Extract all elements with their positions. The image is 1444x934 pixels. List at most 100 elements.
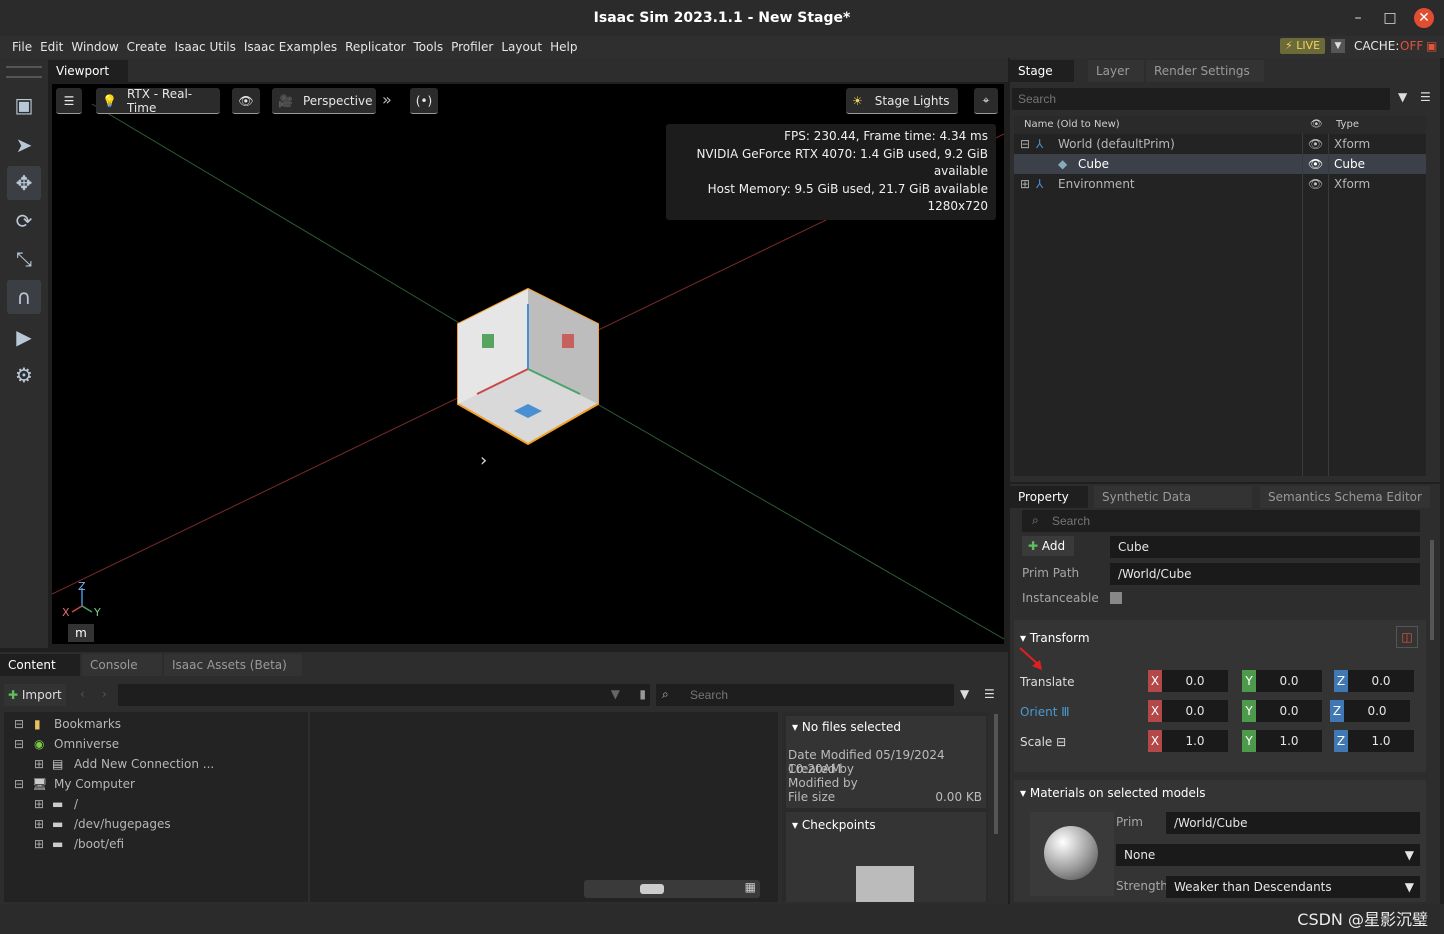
- expand-icon[interactable]: ⊞: [34, 754, 44, 774]
- cube-mesh[interactable]: [457, 287, 599, 446]
- orient-y-field[interactable]: 0.0: [1256, 700, 1322, 722]
- tab-render-settings[interactable]: Render Settings: [1146, 60, 1264, 82]
- strength-select[interactable]: Weaker than Descendants ▼: [1166, 876, 1420, 898]
- menu-profiler[interactable]: Profiler: [447, 40, 497, 54]
- scale-y-field[interactable]: 1.0: [1256, 730, 1322, 752]
- menu-replicator[interactable]: Replicator: [341, 40, 409, 54]
- tab-property[interactable]: Property: [1010, 486, 1088, 508]
- translate-x-field[interactable]: 0.0: [1162, 670, 1228, 692]
- location-pin-button[interactable]: ⌖: [974, 88, 998, 114]
- translate-y-field[interactable]: 0.0: [1256, 670, 1322, 692]
- filter-icon[interactable]: ▼: [1398, 90, 1407, 104]
- transform-options-icon[interactable]: ◫: [1396, 626, 1418, 648]
- menu-window[interactable]: Window: [67, 40, 122, 54]
- visibility-button[interactable]: 👁: [232, 88, 260, 114]
- expand-icon[interactable]: ⊞: [34, 814, 44, 834]
- import-button[interactable]: ✚ Import: [4, 684, 66, 706]
- file-browser-area[interactable]: ▦: [310, 712, 778, 902]
- link-icon[interactable]: ⊟: [1056, 735, 1066, 749]
- renderer-button[interactable]: 💡 RTX - Real-Time: [96, 87, 220, 115]
- materials-header[interactable]: ▾ Materials on selected models: [1020, 786, 1206, 800]
- expand-icon[interactable]: ⊞: [1020, 174, 1030, 194]
- play-icon[interactable]: ▶: [7, 320, 41, 354]
- material-select[interactable]: None ▼: [1116, 844, 1420, 866]
- collapse-icon[interactable]: ⊟: [14, 774, 24, 794]
- prim-path-field[interactable]: /World/Cube: [1110, 563, 1420, 585]
- options-menu-icon[interactable]: ☰: [984, 687, 995, 701]
- orient-x-field[interactable]: 0.0: [1162, 700, 1228, 722]
- tab-stage[interactable]: Stage: [1010, 60, 1074, 82]
- col-type-header[interactable]: Type: [1336, 116, 1359, 134]
- menu-layout[interactable]: Layout: [497, 40, 546, 54]
- collapse-icon[interactable]: ⊟: [14, 734, 24, 754]
- tab-synthetic-data-recorder[interactable]: Synthetic Data Recorder: [1094, 486, 1252, 526]
- rotate-icon[interactable]: ⟳: [7, 204, 41, 238]
- live-dropdown-icon[interactable]: ▼: [1331, 39, 1345, 53]
- tab-console[interactable]: Console: [82, 654, 162, 676]
- back-arrow-icon[interactable]: ‹: [80, 687, 85, 701]
- menu-edit[interactable]: Edit: [36, 40, 67, 54]
- select-arrow-icon[interactable]: ➤: [7, 128, 41, 162]
- robot-icon[interactable]: ⚙: [7, 358, 41, 392]
- checkpoints-header[interactable]: ▾ Checkpoints: [792, 818, 876, 832]
- col-name-header[interactable]: Name (Old to New): [1024, 116, 1120, 134]
- units-badge[interactable]: m: [68, 624, 94, 642]
- eye-icon[interactable]: 👁: [1308, 154, 1323, 174]
- collapse-icon[interactable]: ⊟: [14, 714, 24, 734]
- minimize-button[interactable]: –: [1348, 8, 1368, 28]
- menu-create[interactable]: Create: [123, 40, 171, 54]
- scrollbar[interactable]: [1430, 540, 1434, 640]
- maximize-button[interactable]: □: [1380, 8, 1400, 28]
- property-search-input[interactable]: [1022, 510, 1420, 532]
- material-prim-field[interactable]: /World/Cube: [1166, 812, 1420, 834]
- bookmark-icon[interactable]: ▮: [639, 687, 646, 701]
- menu-help[interactable]: Help: [546, 40, 581, 54]
- close-button[interactable]: ✕: [1414, 8, 1434, 28]
- grid-view-icon[interactable]: ▦: [745, 880, 756, 894]
- stage-search-input[interactable]: [1012, 88, 1390, 110]
- menu-file[interactable]: File: [8, 40, 36, 54]
- eye-icon[interactable]: 👁: [1308, 174, 1323, 194]
- scale-x-field[interactable]: 1.0: [1162, 730, 1228, 752]
- options-menu-icon[interactable]: ☰: [1420, 90, 1431, 104]
- cache-icon[interactable]: ▣: [1426, 39, 1437, 53]
- tree-row-cube[interactable]: ◆ Cube 👁 Cube: [1014, 154, 1426, 174]
- eye-icon[interactable]: 👁: [1308, 134, 1323, 154]
- broadcast-button[interactable]: (•): [410, 88, 438, 114]
- file-info-header[interactable]: ▾ No files selected: [792, 720, 901, 734]
- move-icon[interactable]: ✥: [7, 166, 41, 200]
- transform-header[interactable]: ▾ Transform: [1020, 631, 1090, 645]
- add-button[interactable]: ✚ Add: [1022, 536, 1074, 556]
- prim-name-field[interactable]: Cube: [1110, 536, 1420, 558]
- tab-layer[interactable]: Layer: [1088, 60, 1144, 82]
- expand-icon[interactable]: ⊞: [34, 834, 44, 854]
- collapse-icon[interactable]: ⊟: [1020, 134, 1030, 154]
- viewport[interactable]: › ☰ 💡 RTX - Real-Time 👁 🎥 Perspective » …: [52, 84, 1004, 644]
- box-select-icon[interactable]: ▣: [7, 88, 41, 122]
- zoom-slider[interactable]: ▦: [584, 880, 760, 898]
- cache-state[interactable]: OFF: [1400, 39, 1423, 53]
- tab-semantics-schema-editor[interactable]: Semantics Schema Editor: [1260, 486, 1430, 508]
- tree-row-world[interactable]: ⊟ ⅄ World (defaultPrim) 👁 Xform: [1014, 134, 1426, 154]
- lights-button[interactable]: ☀ Stage Lights: [846, 88, 958, 114]
- orient-label[interactable]: Orient Ⅲ: [1020, 705, 1070, 719]
- tab-content[interactable]: Content: [0, 654, 80, 676]
- translate-z-field[interactable]: 0.0: [1348, 670, 1414, 692]
- viewport-settings-button[interactable]: ☰: [56, 88, 82, 114]
- expand-icon[interactable]: ⊞: [34, 794, 44, 814]
- menu-isaac-utils[interactable]: Isaac Utils: [171, 40, 240, 54]
- menu-tools[interactable]: Tools: [410, 40, 448, 54]
- scrollbar[interactable]: [994, 714, 998, 834]
- orient-z-field[interactable]: 0.0: [1344, 700, 1410, 722]
- dropdown-icon[interactable]: ▼: [611, 687, 620, 701]
- zoom-slider-handle[interactable]: [640, 884, 664, 894]
- tree-row-environment[interactable]: ⊞ ⅄ Environment 👁 Xform: [1014, 174, 1426, 194]
- live-button[interactable]: ⚡ LIVE: [1280, 38, 1326, 54]
- tab-isaac-assets[interactable]: Isaac Assets (Beta): [164, 654, 302, 676]
- tab-viewport[interactable]: Viewport: [48, 60, 128, 82]
- scale-icon[interactable]: ⤡: [7, 242, 41, 276]
- expand-chevron-icon[interactable]: ›: [480, 450, 487, 471]
- content-search-input[interactable]: [656, 684, 954, 706]
- menu-isaac-examples[interactable]: Isaac Examples: [240, 40, 341, 54]
- camera-button[interactable]: 🎥 Perspective: [272, 88, 376, 114]
